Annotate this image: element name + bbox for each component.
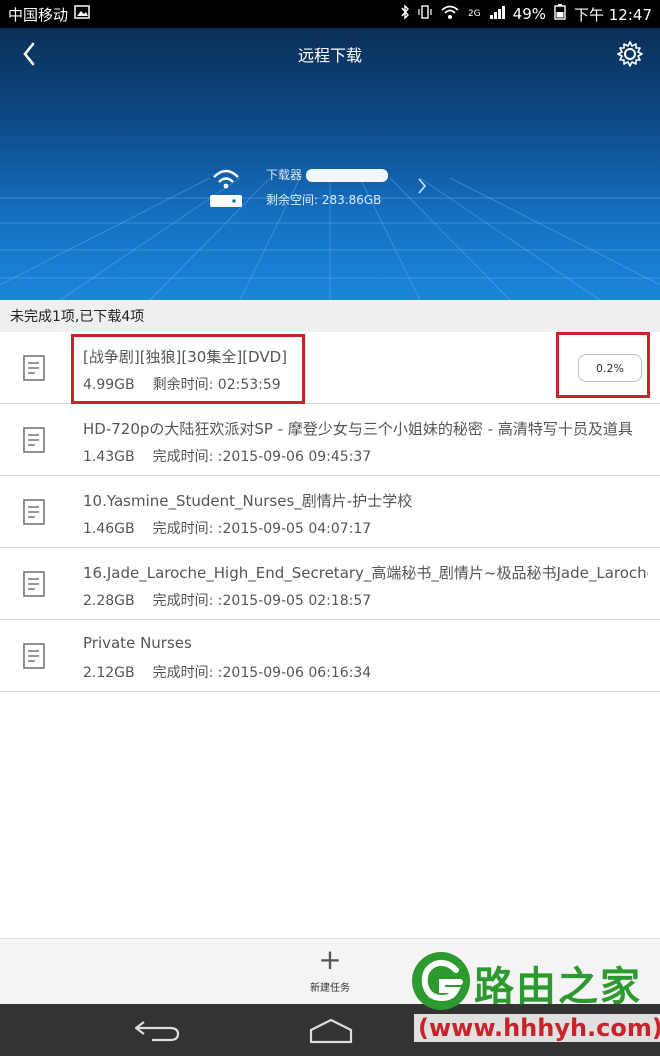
free-space-label: 剩余空间: 283.86GB bbox=[266, 193, 382, 207]
network-type-label: 2G bbox=[467, 9, 481, 19]
download-name: HD-720pの大陆狂欢派对SP - 摩登少女与三个小姐妹的秘密 - 高清特写十… bbox=[83, 420, 633, 438]
status-bar: 中国移动 2G 49% 下午 12:47 bbox=[0, 0, 660, 28]
battery-label: 49% bbox=[512, 5, 546, 23]
download-row[interactable]: Private Nurses 2.12GB 完成时间: :2015-09-06 0… bbox=[0, 620, 660, 692]
progress-button[interactable]: 0.2% bbox=[578, 354, 642, 382]
vibrate-icon bbox=[418, 4, 432, 24]
download-status: 完成时间: :2015-09-06 06:16:34 bbox=[152, 665, 372, 681]
plus-icon: + bbox=[318, 943, 342, 976]
download-list: [战争剧][独狼][30集全][DVD] 4.99GB 剩余时间: 02:53:5… bbox=[0, 332, 660, 692]
redacted-device-name bbox=[306, 169, 389, 182]
download-row[interactable]: HD-720pの大陆狂欢派对SP - 摩登少女与三个小姐妹的秘密 - 高清特写十… bbox=[0, 404, 660, 476]
clock-label: 下午 12:47 bbox=[574, 5, 652, 24]
header-banner: 远程下载 下载器 剩余空间: 283.86GB bbox=[0, 28, 660, 300]
return-arrow-icon bbox=[134, 1021, 180, 1042]
image-notification-icon bbox=[74, 5, 90, 23]
download-size: 2.28GB bbox=[83, 593, 135, 609]
brand-url: (www.hhhyh.com) bbox=[414, 1014, 660, 1042]
download-size: 2.12GB bbox=[83, 665, 135, 681]
download-summary: 未完成1项,已下载4项 bbox=[0, 300, 660, 332]
brand-logo-icon bbox=[412, 952, 470, 1010]
download-size: 1.43GB bbox=[83, 449, 135, 465]
downloader-device-card[interactable]: 下载器 剩余空间: 283.86GB bbox=[208, 158, 448, 218]
download-row[interactable]: [战争剧][独狼][30集全][DVD] 4.99GB 剩余时间: 02:53:5… bbox=[0, 332, 660, 404]
file-icon bbox=[23, 427, 45, 453]
download-name: 16.Jade_Laroche_High_End_Secretary_高端秘书_… bbox=[83, 564, 648, 582]
download-name: 10.Yasmine_Student_Nurses_剧情片-护士学校 bbox=[83, 492, 413, 510]
device-name-label: 下载器 bbox=[266, 168, 303, 182]
chevron-left-icon bbox=[23, 42, 35, 66]
brand-text: 路由之家 bbox=[474, 964, 642, 1010]
download-status: 完成时间: :2015-09-05 04:07:17 bbox=[152, 521, 372, 537]
download-size: 1.46GB bbox=[83, 521, 135, 537]
signal-icon bbox=[489, 5, 505, 23]
file-icon bbox=[23, 571, 45, 597]
file-icon bbox=[23, 643, 45, 669]
carrier-label: 中国移动 bbox=[8, 5, 69, 24]
download-row[interactable]: 16.Jade_Laroche_High_End_Secretary_高端秘书_… bbox=[0, 548, 660, 620]
nav-back-button[interactable] bbox=[132, 1016, 184, 1044]
page-title: 远程下载 bbox=[297, 46, 362, 65]
watermark: 路由之家 (www.hhhyh.com) bbox=[410, 948, 660, 1056]
bluetooth-icon bbox=[400, 4, 410, 24]
router-wifi-icon bbox=[210, 169, 242, 207]
download-name: Private Nurses bbox=[83, 634, 192, 652]
new-task-label: 新建任务 bbox=[310, 983, 350, 994]
new-task-button[interactable]: + 新建任务 bbox=[300, 945, 360, 1001]
download-status: 完成时间: :2015-09-05 02:18:57 bbox=[152, 593, 372, 609]
chevron-right-icon bbox=[418, 178, 427, 194]
battery-icon bbox=[554, 4, 566, 24]
file-icon bbox=[23, 499, 45, 525]
nav-home-button[interactable] bbox=[308, 1018, 354, 1044]
download-row[interactable]: 10.Yasmine_Student_Nurses_剧情片-护士学校 1.46G… bbox=[0, 476, 660, 548]
title-bar: 远程下载 bbox=[0, 28, 660, 80]
settings-button[interactable] bbox=[614, 38, 646, 70]
file-icon bbox=[23, 355, 45, 381]
back-button[interactable] bbox=[14, 38, 46, 70]
annotation-box bbox=[71, 334, 305, 404]
home-icon bbox=[309, 1018, 353, 1044]
download-status: 完成时间: :2015-09-06 09:45:37 bbox=[152, 449, 372, 465]
gear-icon bbox=[617, 41, 643, 67]
wifi-icon bbox=[440, 4, 460, 24]
